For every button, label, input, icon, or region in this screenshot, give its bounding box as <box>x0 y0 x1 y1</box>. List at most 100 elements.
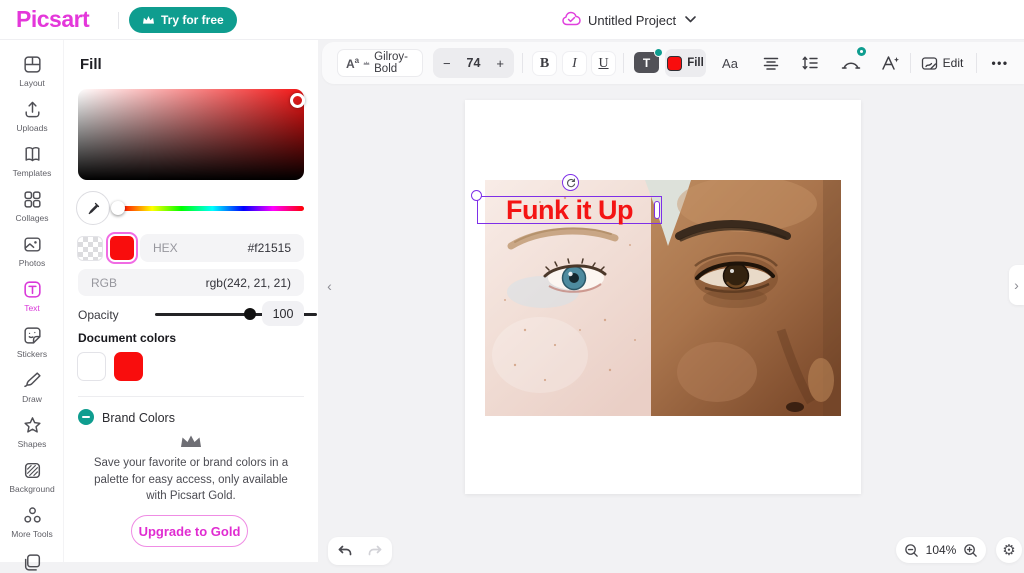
document-color-red[interactable] <box>114 352 143 381</box>
eyedropper-icon <box>86 201 101 216</box>
sidebar-item-more-tools[interactable]: More Tools <box>0 505 64 539</box>
header-divider <box>118 12 119 29</box>
shapes-star-icon <box>22 415 43 436</box>
zoom-level[interactable]: 104% <box>926 543 957 557</box>
text-case-button[interactable]: Aa <box>716 51 744 76</box>
sidebar-item-draw[interactable]: Draw <box>0 370 64 404</box>
sidebar-item-photos[interactable]: Photos <box>0 234 64 268</box>
history-controls <box>328 537 392 565</box>
zoom-out-icon[interactable] <box>904 543 919 558</box>
rgb-field[interactable]: RGB rgb(242, 21, 21) <box>78 269 304 296</box>
sidebar-item-layout[interactable]: Layout <box>0 54 64 88</box>
expand-right-panel-button[interactable]: › <box>1009 265 1024 305</box>
sidebar-item-background[interactable]: Background <box>0 460 64 494</box>
opacity-label: Opacity <box>78 308 119 322</box>
brand-colors-description: Save your favorite or brand colors in a … <box>86 455 296 505</box>
font-icon: Aa <box>346 56 359 71</box>
text-effects-button[interactable] <box>877 50 903 76</box>
eyedropper-button[interactable] <box>76 191 110 225</box>
collages-icon <box>22 189 43 210</box>
italic-button[interactable]: I <box>562 51 587 76</box>
hue-slider[interactable] <box>121 206 304 211</box>
sidebar-item-text[interactable]: Text <box>0 279 64 313</box>
color-saturation-picker[interactable] <box>78 89 304 180</box>
sidebar-item-shapes[interactable]: Shapes <box>0 415 64 449</box>
text-toolbar: Aa Gilroy-Bold − 74 + B I U T Fill Aa Ed… <box>322 42 1024 84</box>
rotate-icon <box>566 178 576 188</box>
panel-divider <box>78 396 304 397</box>
layout-icon <box>22 54 43 75</box>
upgrade-to-gold-button[interactable]: Upgrade to Gold <box>131 515 248 547</box>
cloud-sync-icon <box>562 11 581 26</box>
try-for-free-label: Try for free <box>161 13 224 27</box>
underline-button[interactable]: U <box>591 51 616 76</box>
project-title[interactable]: Untitled Project <box>588 13 676 28</box>
font-name: Gilroy-Bold <box>374 51 414 75</box>
gold-crown-icon <box>179 433 203 450</box>
zoom-controls: 104% <box>896 537 986 563</box>
document-colors-label: Document colors <box>78 331 176 345</box>
sidebar-item-partial[interactable] <box>0 552 64 573</box>
premium-font-crown-icon <box>363 59 370 67</box>
hue-slider-knob[interactable] <box>111 201 125 215</box>
curve-text-button[interactable] <box>838 50 864 76</box>
edit-button[interactable]: Edit <box>918 50 966 76</box>
text-effects-icon <box>879 53 901 73</box>
try-for-free-button[interactable]: Try for free <box>129 7 237 33</box>
sidebar-item-collages[interactable]: Collages <box>0 189 64 223</box>
bold-button[interactable]: B <box>532 51 557 76</box>
rotate-handle[interactable] <box>562 174 579 191</box>
layers-icon <box>22 552 43 573</box>
resize-handle-right[interactable] <box>654 201 660 219</box>
transparent-swatch[interactable] <box>77 236 103 261</box>
brand-colors-collapse-icon[interactable] <box>78 409 94 425</box>
opacity-slider-knob[interactable] <box>244 308 256 320</box>
fill-button-active[interactable]: Fill <box>665 49 706 77</box>
edit-image-icon <box>921 56 938 71</box>
brand-colors-label: Brand Colors <box>102 411 175 425</box>
hex-label: HEX <box>153 241 178 255</box>
font-size-decrease[interactable]: − <box>443 56 451 71</box>
sidebar-item-stickers[interactable]: Stickers <box>0 325 64 359</box>
picsart-logo[interactable]: Picsart <box>16 6 89 33</box>
upload-icon <box>22 99 43 120</box>
opacity-value[interactable]: 100 <box>262 301 304 326</box>
stickers-icon <box>22 325 43 346</box>
zoom-in-icon[interactable] <box>963 543 978 558</box>
chevron-down-icon[interactable] <box>684 15 697 24</box>
sidebar-item-uploads[interactable]: Uploads <box>0 99 64 133</box>
templates-icon <box>22 144 43 165</box>
font-family-selector[interactable]: Aa Gilroy-Bold <box>337 49 423 77</box>
collapse-panel-button[interactable]: ‹ <box>322 267 337 305</box>
font-size-increase[interactable]: + <box>496 56 504 71</box>
crown-icon <box>142 15 155 25</box>
line-spacing-button[interactable] <box>797 50 823 76</box>
draw-brush-icon <box>22 370 43 391</box>
align-center-button[interactable] <box>758 50 784 76</box>
canvas-text-element[interactable]: Funk it Up <box>506 195 633 226</box>
toolbar-divider <box>623 53 624 73</box>
text-icon <box>22 279 43 300</box>
photos-icon <box>22 234 43 255</box>
settings-button[interactable]: ⚙ <box>996 537 1022 563</box>
sidebar-item-templates[interactable]: Templates <box>0 144 64 178</box>
undo-icon[interactable] <box>335 543 353 559</box>
redo-icon[interactable] <box>367 543 385 559</box>
curve-text-badge <box>857 47 866 56</box>
canvas-artboard[interactable]: Funk it Up <box>465 100 861 494</box>
top-bar: Picsart Try for free Untitled Project <box>0 0 1024 40</box>
hex-value[interactable]: #f21515 <box>248 241 291 255</box>
rgb-value[interactable]: rgb(242, 21, 21) <box>206 276 291 290</box>
document-color-white[interactable] <box>77 352 106 381</box>
color-picker-cursor[interactable] <box>290 93 305 108</box>
hex-field[interactable]: HEX #f21515 <box>140 234 304 262</box>
font-size-value[interactable]: 74 <box>467 56 481 70</box>
resize-handle-top-left[interactable] <box>471 190 482 201</box>
toolbar-divider <box>976 53 977 73</box>
toolbar-divider <box>522 53 523 73</box>
more-options-button[interactable]: ••• <box>986 50 1014 76</box>
text-color-button[interactable]: T <box>634 52 659 73</box>
current-color-swatch[interactable] <box>108 234 136 262</box>
more-tools-icon <box>22 505 43 526</box>
text-selection-box[interactable]: Funk it Up <box>477 196 662 224</box>
